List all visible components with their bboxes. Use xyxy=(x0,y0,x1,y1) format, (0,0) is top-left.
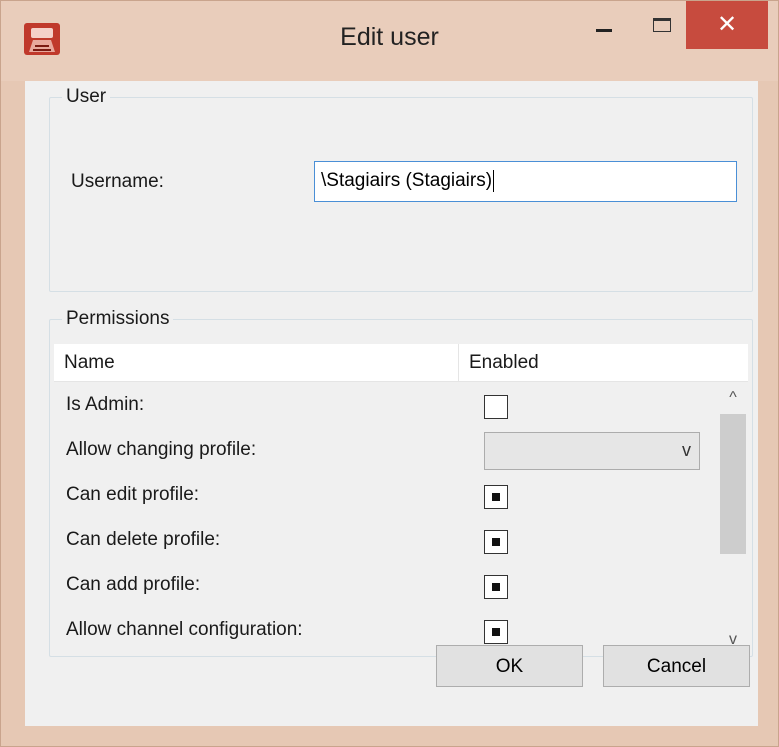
title-bar[interactable]: Edit user ✕ xyxy=(1,1,778,81)
permission-row-can-edit-profile: Can edit profile: xyxy=(54,474,714,519)
column-header-name[interactable]: Name xyxy=(64,344,115,382)
text-caret xyxy=(493,170,495,192)
user-groupbox: User Username: \Stagiairs (Stagiairs) xyxy=(49,86,753,292)
edit-user-dialog: Edit user ✕ User Username: \Stagiairs (S… xyxy=(0,0,779,747)
column-divider[interactable] xyxy=(458,344,459,382)
cancel-button[interactable]: Cancel xyxy=(603,645,750,687)
is-admin-checkbox[interactable] xyxy=(484,395,508,419)
permission-row-can-add-profile: Can add profile: xyxy=(54,564,714,609)
permissions-groupbox: Permissions Name Enabled Is Admin: Allow… xyxy=(49,308,753,657)
permission-row-is-admin: Is Admin: xyxy=(54,384,714,429)
can-delete-profile-checkbox[interactable] xyxy=(484,530,508,554)
can-edit-profile-checkbox[interactable] xyxy=(484,485,508,509)
permissions-list: Is Admin: Allow changing profile: v Can … xyxy=(54,384,714,654)
permission-row-can-delete-profile: Can delete profile: xyxy=(54,519,714,564)
permissions-group-label: Permissions xyxy=(62,308,174,330)
username-label: Username: xyxy=(71,171,164,192)
permission-row-allow-changing-profile: Allow changing profile: v xyxy=(54,429,714,474)
dialog-client-area: User Username: \Stagiairs (Stagiairs) Pe… xyxy=(25,81,758,726)
column-header-enabled[interactable]: Enabled xyxy=(469,344,539,382)
permission-label: Can delete profile: xyxy=(66,529,221,550)
permission-label: Allow channel configuration: xyxy=(66,619,303,640)
can-add-profile-checkbox[interactable] xyxy=(484,575,508,599)
user-group-label: User xyxy=(62,86,111,108)
permission-label: Can add profile: xyxy=(66,574,201,595)
permission-label: Is Admin: xyxy=(66,394,145,415)
username-field[interactable]: \Stagiairs (Stagiairs) xyxy=(314,161,737,202)
minimize-icon xyxy=(596,28,612,32)
allow-changing-profile-combobox[interactable]: v xyxy=(484,432,700,470)
permission-label: Can edit profile: xyxy=(66,484,200,505)
vertical-scrollbar[interactable]: ^ v xyxy=(718,384,748,654)
close-button[interactable]: ✕ xyxy=(686,1,768,49)
allow-channel-configuration-checkbox[interactable] xyxy=(484,620,508,644)
scroll-up-icon[interactable]: ^ xyxy=(718,384,748,412)
scrollbar-thumb[interactable] xyxy=(720,414,746,554)
username-value: \Stagiairs (Stagiairs) xyxy=(321,170,493,192)
maximize-icon xyxy=(653,18,671,32)
ok-button[interactable]: OK xyxy=(436,645,583,687)
chevron-down-icon: v xyxy=(682,440,691,460)
close-icon: ✕ xyxy=(716,11,738,38)
permission-label: Allow changing profile: xyxy=(66,439,257,460)
permissions-table-header: Name Enabled xyxy=(54,344,748,382)
